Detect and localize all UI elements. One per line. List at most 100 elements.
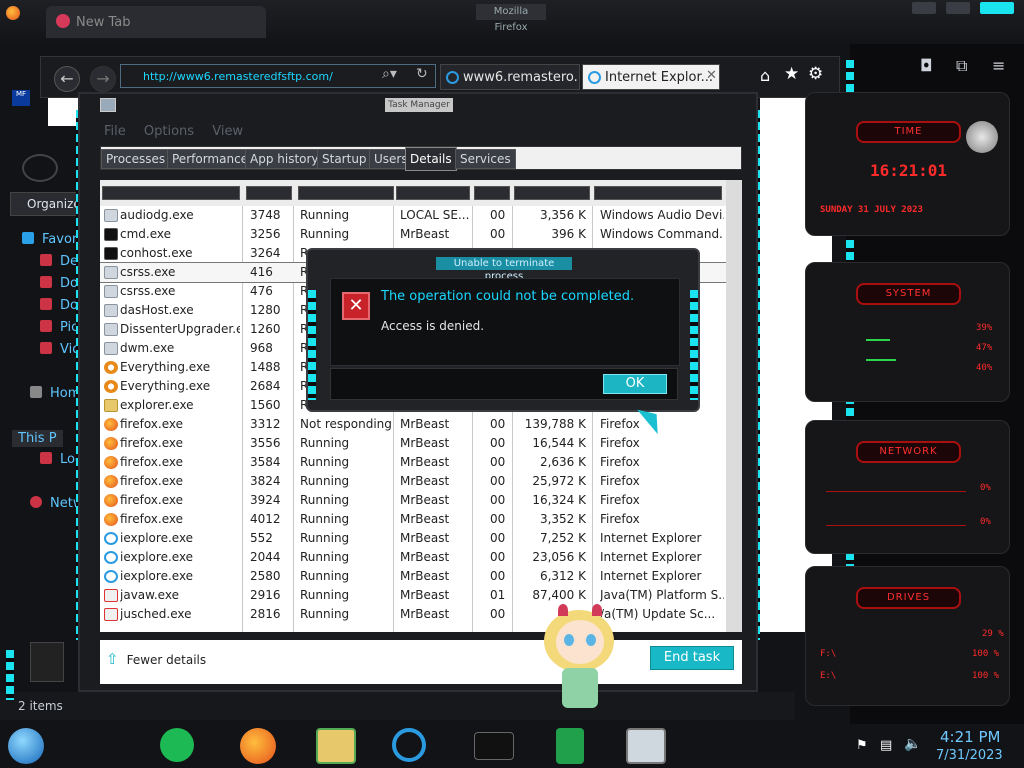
table-row[interactable]: firefox.exe 4012 Running MrBeast 00 3,352 K Fi… (100, 510, 726, 529)
taskbar-task-manager-icon[interactable] (626, 728, 666, 764)
cell-name: csrss.exe (120, 284, 176, 298)
forward-button[interactable]: → (90, 66, 116, 92)
cell-name: firefox.exe (120, 417, 184, 431)
gadget-title-system: SYSTEM (856, 283, 961, 305)
cell-cpu: 00 (490, 474, 506, 488)
menu-view[interactable]: View (212, 124, 243, 139)
gadget-title-time: TIME (856, 121, 961, 143)
table-row[interactable]: firefox.exe 3824 Running MrBeast 00 25,972 K F… (100, 472, 726, 491)
ie-tab-remastered[interactable]: www6.remastero... (440, 64, 580, 90)
start-orb-button[interactable] (8, 728, 44, 764)
tab-processes[interactable]: Processes (101, 149, 171, 169)
sidebar-item-favorites[interactable]: Favor (22, 232, 77, 247)
network-graph-download (826, 525, 966, 526)
favorites-star-icon[interactable]: ★ (784, 64, 799, 84)
cell-name: firefox.exe (120, 493, 184, 507)
cell-pid: 2580 (250, 569, 281, 583)
dialog-left-rail (308, 290, 316, 400)
table-row[interactable]: audiodg.exe 3748 Running LOCAL SE... 00 3,356… (100, 206, 726, 225)
network-graph-upload (826, 491, 966, 492)
firefox-tab-new-tab[interactable]: New Tab (46, 6, 266, 38)
maximize-button[interactable] (946, 2, 970, 14)
table-row[interactable]: firefox.exe 3312 Not responding MrBeast 00 13… (100, 415, 726, 434)
search-icon[interactable]: ⌕▾ (382, 66, 397, 82)
menu-file[interactable]: File (104, 124, 126, 139)
column-header-name[interactable] (102, 186, 240, 200)
drive-f-label: F:\ (820, 649, 837, 659)
cell-pid: 3556 (250, 436, 281, 450)
column-header-pid[interactable] (246, 186, 292, 200)
cell-name: javaw.exe (120, 588, 179, 602)
cell-mem: 16,544 K (532, 436, 586, 450)
volume-icon[interactable]: 🔈 (904, 736, 921, 752)
table-row[interactable]: cmd.exe 3256 Running MrBeast 00 396 K Windows … (100, 225, 726, 244)
taskbar-calculator-icon[interactable] (556, 728, 584, 764)
explorer-logo-thumbnail (30, 642, 64, 682)
table-row[interactable]: firefox.exe 3556 Running MrBeast 00 16,544 K F… (100, 434, 726, 453)
tab-performance[interactable]: Performance (167, 149, 254, 169)
settings-gear-icon[interactable]: ⚙ (808, 64, 823, 84)
table-row[interactable]: iexplore.exe 552 Running MrBeast 00 7,252 K In… (100, 529, 726, 548)
cell-name: iexplore.exe (120, 569, 194, 583)
tab-startup[interactable]: Startup (317, 149, 372, 169)
firefox-logo-icon[interactable] (6, 6, 20, 20)
taskbar-ie-icon[interactable] (392, 728, 426, 762)
ie-tab-internet-explorer[interactable]: Internet Explor... (582, 64, 720, 90)
table-row[interactable]: firefox.exe 3584 Running MrBeast 00 2,636 K Fi… (100, 453, 726, 472)
taskbar-cmd-icon[interactable] (474, 732, 514, 760)
taskbar-spotify-icon[interactable] (160, 728, 194, 762)
sidebar-item-this-pc[interactable]: This P (12, 430, 63, 447)
taskbar-explorer-icon[interactable] (316, 728, 356, 764)
table-row[interactable]: firefox.exe 3924 Running MrBeast 00 16,324 K F… (100, 491, 726, 510)
end-task-button[interactable]: End task (650, 646, 734, 670)
cell-cpu: 00 (490, 417, 506, 431)
taskbar-firefox-icon[interactable] (240, 728, 276, 764)
table-row[interactable]: iexplore.exe 2580 Running MrBeast 00 6,312 K I… (100, 567, 726, 586)
home-icon[interactable]: ⌂ (760, 66, 770, 85)
network-tray-icon[interactable]: ▤ (880, 738, 892, 753)
menu-icon[interactable]: ≡ (992, 56, 1005, 75)
tab-favicon-icon (56, 14, 70, 28)
cell-pid: 4012 (250, 512, 281, 526)
gadget-clock: 16:21:01 (870, 161, 948, 180)
cell-name: firefox.exe (120, 436, 184, 450)
cell-pid: 3312 (250, 417, 281, 431)
minimize-button[interactable] (912, 2, 936, 14)
extensions-icon[interactable]: ⧉ (956, 56, 967, 76)
taskbar-time[interactable]: 4:21 PM (940, 728, 1000, 746)
alienware-logo-icon (966, 121, 998, 153)
tab-details[interactable]: Details (405, 147, 457, 171)
cell-pid: 3924 (250, 493, 281, 507)
table-vertical-scrollbar[interactable] (726, 180, 742, 632)
ie-favicon-icon (446, 71, 459, 84)
taskbar-date[interactable]: 7/31/2023 (936, 748, 1003, 763)
cell-mem: 23,056 K (532, 550, 586, 564)
table-row[interactable]: iexplore.exe 2044 Running MrBeast 00 23,056 K… (100, 548, 726, 567)
cell-pid: 3748 (250, 208, 281, 222)
back-button[interactable]: ← (54, 66, 80, 92)
cell-mem: 3,352 K (539, 512, 586, 526)
fewer-details-button[interactable]: ⇧ Fewer details (106, 650, 206, 668)
menu-options[interactable]: Options (144, 124, 194, 139)
ram-percent: 47% (976, 343, 993, 353)
column-header-cpu[interactable] (474, 186, 510, 200)
document-icon (40, 298, 52, 310)
tab-close-icon[interactable]: ✕ (706, 68, 717, 83)
disk-icon (40, 452, 52, 464)
refresh-icon[interactable]: ↻ (416, 66, 428, 82)
table-row[interactable]: javaw.exe 2916 Running MrBeast 01 87,400 K Jav… (100, 586, 726, 605)
cell-user: MrBeast (400, 550, 450, 564)
tab-app-history[interactable]: App history (245, 149, 324, 169)
cell-desc: Firefox (600, 455, 640, 469)
column-header-username[interactable] (396, 186, 470, 200)
tab-services[interactable]: Services (455, 149, 516, 169)
column-header-status[interactable] (298, 186, 394, 200)
column-header-memory[interactable] (514, 186, 590, 200)
ok-button[interactable]: OK (603, 374, 667, 394)
close-button[interactable] (980, 2, 1014, 14)
column-header-description[interactable] (594, 186, 722, 200)
table-row[interactable]: jusched.exe 2816 Running MrBeast 00/a(TM) Up… (100, 605, 726, 624)
pocket-icon[interactable]: ◘ (920, 56, 933, 75)
flag-icon[interactable]: ⚑ (856, 738, 868, 753)
cell-status: Running (300, 512, 350, 526)
